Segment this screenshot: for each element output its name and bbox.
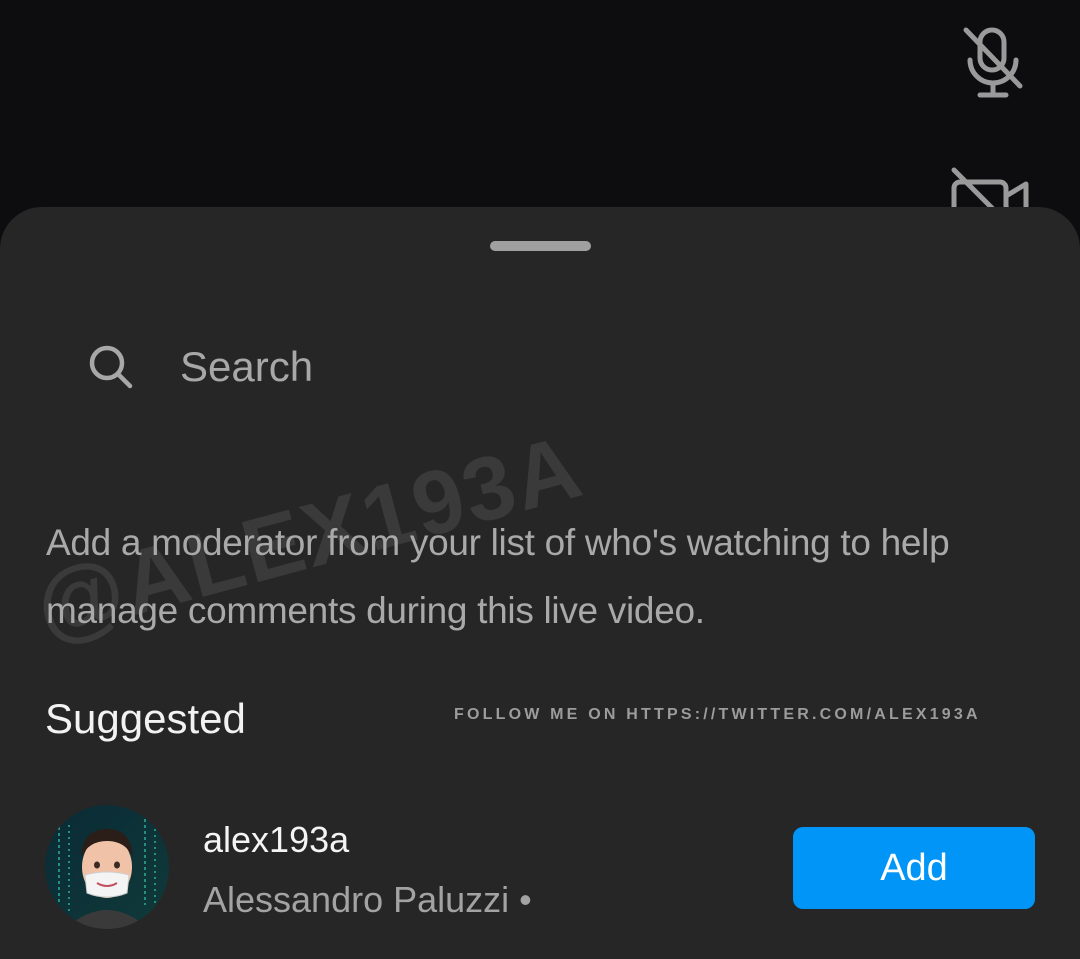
username[interactable]: alex193a xyxy=(203,819,349,861)
follow-note: FOLLOW ME ON HTTPS://TWITTER.COM/ALEX193… xyxy=(454,706,981,723)
sheet-drag-handle[interactable] xyxy=(490,241,591,251)
add-moderator-sheet: @ALEX193A Add a moderator from your list… xyxy=(0,207,1080,959)
suggested-heading: Suggested xyxy=(45,695,246,742)
avatar-image xyxy=(45,805,169,929)
add-moderator-button[interactable]: Add xyxy=(793,827,1035,909)
search-bar[interactable] xyxy=(80,327,880,407)
avatar[interactable] xyxy=(45,805,169,929)
suggested-user-row: alex193a Alessandro Paluzzi • Add xyxy=(45,805,1035,931)
mic-muted-icon[interactable] xyxy=(958,24,1028,100)
moderator-description: Add a moderator from your list of who's … xyxy=(46,522,950,631)
full-name: Alessandro Paluzzi • xyxy=(203,879,532,920)
live-video-screen: @ALEX193A Add a moderator from your list… xyxy=(0,0,1080,959)
search-icon xyxy=(89,345,133,389)
search-input[interactable] xyxy=(180,343,780,391)
